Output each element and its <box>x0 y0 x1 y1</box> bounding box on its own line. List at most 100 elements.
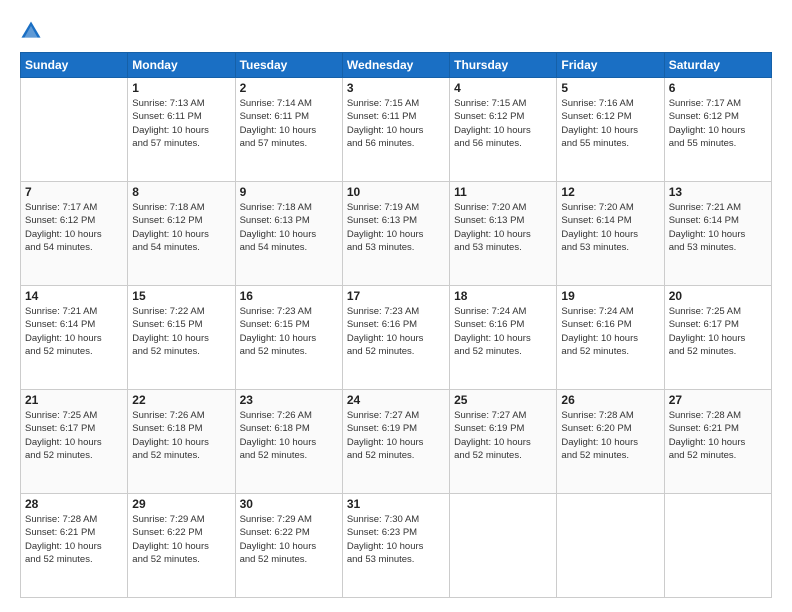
cell-info: Sunrise: 7:24 AM Sunset: 6:16 PM Dayligh… <box>561 305 659 358</box>
cell-info: Sunrise: 7:25 AM Sunset: 6:17 PM Dayligh… <box>669 305 767 358</box>
weekday-header-saturday: Saturday <box>664 53 771 78</box>
day-number: 14 <box>25 289 123 303</box>
cell-info: Sunrise: 7:25 AM Sunset: 6:17 PM Dayligh… <box>25 409 123 462</box>
cell-info: Sunrise: 7:26 AM Sunset: 6:18 PM Dayligh… <box>132 409 230 462</box>
cell-info: Sunrise: 7:21 AM Sunset: 6:14 PM Dayligh… <box>25 305 123 358</box>
cell-info: Sunrise: 7:20 AM Sunset: 6:13 PM Dayligh… <box>454 201 552 254</box>
day-number: 22 <box>132 393 230 407</box>
day-number: 26 <box>561 393 659 407</box>
page: SundayMondayTuesdayWednesdayThursdayFrid… <box>0 0 792 612</box>
day-number: 4 <box>454 81 552 95</box>
cell-info: Sunrise: 7:13 AM Sunset: 6:11 PM Dayligh… <box>132 97 230 150</box>
cell-info: Sunrise: 7:15 AM Sunset: 6:11 PM Dayligh… <box>347 97 445 150</box>
calendar-cell: 21Sunrise: 7:25 AM Sunset: 6:17 PM Dayli… <box>21 390 128 494</box>
day-number: 20 <box>669 289 767 303</box>
calendar-cell <box>21 78 128 182</box>
weekday-header-wednesday: Wednesday <box>342 53 449 78</box>
day-number: 2 <box>240 81 338 95</box>
day-number: 8 <box>132 185 230 199</box>
calendar-cell: 26 Sunrise: 7:28 AM Sunset: 6:20 PM Dayli… <box>557 390 664 494</box>
cell-info: Sunrise: 7:29 AM Sunset: 6:22 PM Dayligh… <box>132 513 230 566</box>
cell-info: Sunrise: 7:17 AM Sunset: 6:12 PM Dayligh… <box>25 201 123 254</box>
day-number: 25 <box>454 393 552 407</box>
calendar-cell: 29 Sunrise: 7:29 AM Sunset: 6:22 PM Dayli… <box>128 494 235 598</box>
week-row-3: 14 Sunrise: 7:21 AM Sunset: 6:14 PM Dayli… <box>21 286 772 390</box>
day-number: 13 <box>669 185 767 199</box>
weekday-header-thursday: Thursday <box>450 53 557 78</box>
cell-info: Sunrise: 7:27 AM Sunset: 6:19 PM Dayligh… <box>347 409 445 462</box>
calendar-cell: 10 Sunrise: 7:19 AM Sunset: 6:13 PM Dayli… <box>342 182 449 286</box>
day-number: 1 <box>132 81 230 95</box>
cell-info: Sunrise: 7:22 AM Sunset: 6:15 PM Dayligh… <box>132 305 230 358</box>
week-row-2: 7 Sunrise: 7:17 AM Sunset: 6:12 PM Daylig… <box>21 182 772 286</box>
day-number: 3 <box>347 81 445 95</box>
logo-icon <box>20 20 42 42</box>
calendar-cell <box>450 494 557 598</box>
cell-info: Sunrise: 7:18 AM Sunset: 6:13 PM Dayligh… <box>240 201 338 254</box>
day-number: 18 <box>454 289 552 303</box>
calendar-cell: 15Sunrise: 7:22 AM Sunset: 6:15 PM Dayli… <box>128 286 235 390</box>
cell-info: Sunrise: 7:23 AM Sunset: 6:15 PM Dayligh… <box>240 305 338 358</box>
cell-info: Sunrise: 7:19 AM Sunset: 6:13 PM Dayligh… <box>347 201 445 254</box>
cell-info: Sunrise: 7:23 AM Sunset: 6:16 PM Dayligh… <box>347 305 445 358</box>
day-number: 31 <box>347 497 445 511</box>
day-number: 27 <box>669 393 767 407</box>
day-number: 24 <box>347 393 445 407</box>
day-number: 6 <box>669 81 767 95</box>
day-number: 19 <box>561 289 659 303</box>
calendar-cell: 13 Sunrise: 7:21 AM Sunset: 6:14 PM Dayli… <box>664 182 771 286</box>
day-number: 7 <box>25 185 123 199</box>
calendar-cell: 8 Sunrise: 7:18 AM Sunset: 6:12 PM Daylig… <box>128 182 235 286</box>
cell-info: Sunrise: 7:29 AM Sunset: 6:22 PM Dayligh… <box>240 513 338 566</box>
cell-info: Sunrise: 7:27 AM Sunset: 6:19 PM Dayligh… <box>454 409 552 462</box>
cell-info: Sunrise: 7:21 AM Sunset: 6:14 PM Dayligh… <box>669 201 767 254</box>
calendar-cell: 19 Sunrise: 7:24 AM Sunset: 6:16 PM Dayli… <box>557 286 664 390</box>
calendar-cell: 30Sunrise: 7:29 AM Sunset: 6:22 PM Dayli… <box>235 494 342 598</box>
day-number: 28 <box>25 497 123 511</box>
week-row-5: 28 Sunrise: 7:28 AM Sunset: 6:21 PM Dayli… <box>21 494 772 598</box>
calendar-cell: 28 Sunrise: 7:28 AM Sunset: 6:21 PM Dayli… <box>21 494 128 598</box>
cell-info: Sunrise: 7:15 AM Sunset: 6:12 PM Dayligh… <box>454 97 552 150</box>
calendar-cell: 3 Sunrise: 7:15 AM Sunset: 6:11 PM Daylig… <box>342 78 449 182</box>
weekday-header-row: SundayMondayTuesdayWednesdayThursdayFrid… <box>21 53 772 78</box>
cell-info: Sunrise: 7:18 AM Sunset: 6:12 PM Dayligh… <box>132 201 230 254</box>
calendar-cell: 11 Sunrise: 7:20 AM Sunset: 6:13 PM Dayli… <box>450 182 557 286</box>
cell-info: Sunrise: 7:28 AM Sunset: 6:20 PM Dayligh… <box>561 409 659 462</box>
calendar-cell: 9Sunrise: 7:18 AM Sunset: 6:13 PM Daylig… <box>235 182 342 286</box>
calendar-cell: 5 Sunrise: 7:16 AM Sunset: 6:12 PM Daylig… <box>557 78 664 182</box>
calendar-cell: 31 Sunrise: 7:30 AM Sunset: 6:23 PM Dayli… <box>342 494 449 598</box>
calendar-cell: 6 Sunrise: 7:17 AM Sunset: 6:12 PM Daylig… <box>664 78 771 182</box>
cell-info: Sunrise: 7:16 AM Sunset: 6:12 PM Dayligh… <box>561 97 659 150</box>
calendar-cell: 2 Sunrise: 7:14 AM Sunset: 6:11 PM Daylig… <box>235 78 342 182</box>
calendar-cell: 17Sunrise: 7:23 AM Sunset: 6:16 PM Dayli… <box>342 286 449 390</box>
day-number: 10 <box>347 185 445 199</box>
calendar-cell: 24 Sunrise: 7:27 AM Sunset: 6:19 PM Dayli… <box>342 390 449 494</box>
calendar-cell: 25 Sunrise: 7:27 AM Sunset: 6:19 PM Dayli… <box>450 390 557 494</box>
calendar-cell: 27Sunrise: 7:28 AM Sunset: 6:21 PM Dayli… <box>664 390 771 494</box>
calendar-cell: 23Sunrise: 7:26 AM Sunset: 6:18 PM Dayli… <box>235 390 342 494</box>
week-row-4: 21Sunrise: 7:25 AM Sunset: 6:17 PM Dayli… <box>21 390 772 494</box>
calendar-cell: 14 Sunrise: 7:21 AM Sunset: 6:14 PM Dayli… <box>21 286 128 390</box>
day-number: 29 <box>132 497 230 511</box>
calendar-cell: 1 Sunrise: 7:13 AM Sunset: 6:11 PM Daylig… <box>128 78 235 182</box>
calendar-cell <box>664 494 771 598</box>
weekday-header-sunday: Sunday <box>21 53 128 78</box>
calendar-cell <box>557 494 664 598</box>
cell-info: Sunrise: 7:24 AM Sunset: 6:16 PM Dayligh… <box>454 305 552 358</box>
week-row-1: 1 Sunrise: 7:13 AM Sunset: 6:11 PM Daylig… <box>21 78 772 182</box>
header <box>20 18 772 42</box>
weekday-header-tuesday: Tuesday <box>235 53 342 78</box>
day-number: 5 <box>561 81 659 95</box>
day-number: 23 <box>240 393 338 407</box>
cell-info: Sunrise: 7:30 AM Sunset: 6:23 PM Dayligh… <box>347 513 445 566</box>
weekday-header-monday: Monday <box>128 53 235 78</box>
cell-info: Sunrise: 7:28 AM Sunset: 6:21 PM Dayligh… <box>25 513 123 566</box>
cell-info: Sunrise: 7:14 AM Sunset: 6:11 PM Dayligh… <box>240 97 338 150</box>
calendar-cell: 18 Sunrise: 7:24 AM Sunset: 6:16 PM Dayli… <box>450 286 557 390</box>
logo <box>20 18 46 42</box>
day-number: 12 <box>561 185 659 199</box>
day-number: 11 <box>454 185 552 199</box>
weekday-header-friday: Friday <box>557 53 664 78</box>
cell-info: Sunrise: 7:17 AM Sunset: 6:12 PM Dayligh… <box>669 97 767 150</box>
calendar-cell: 22 Sunrise: 7:26 AM Sunset: 6:18 PM Dayli… <box>128 390 235 494</box>
